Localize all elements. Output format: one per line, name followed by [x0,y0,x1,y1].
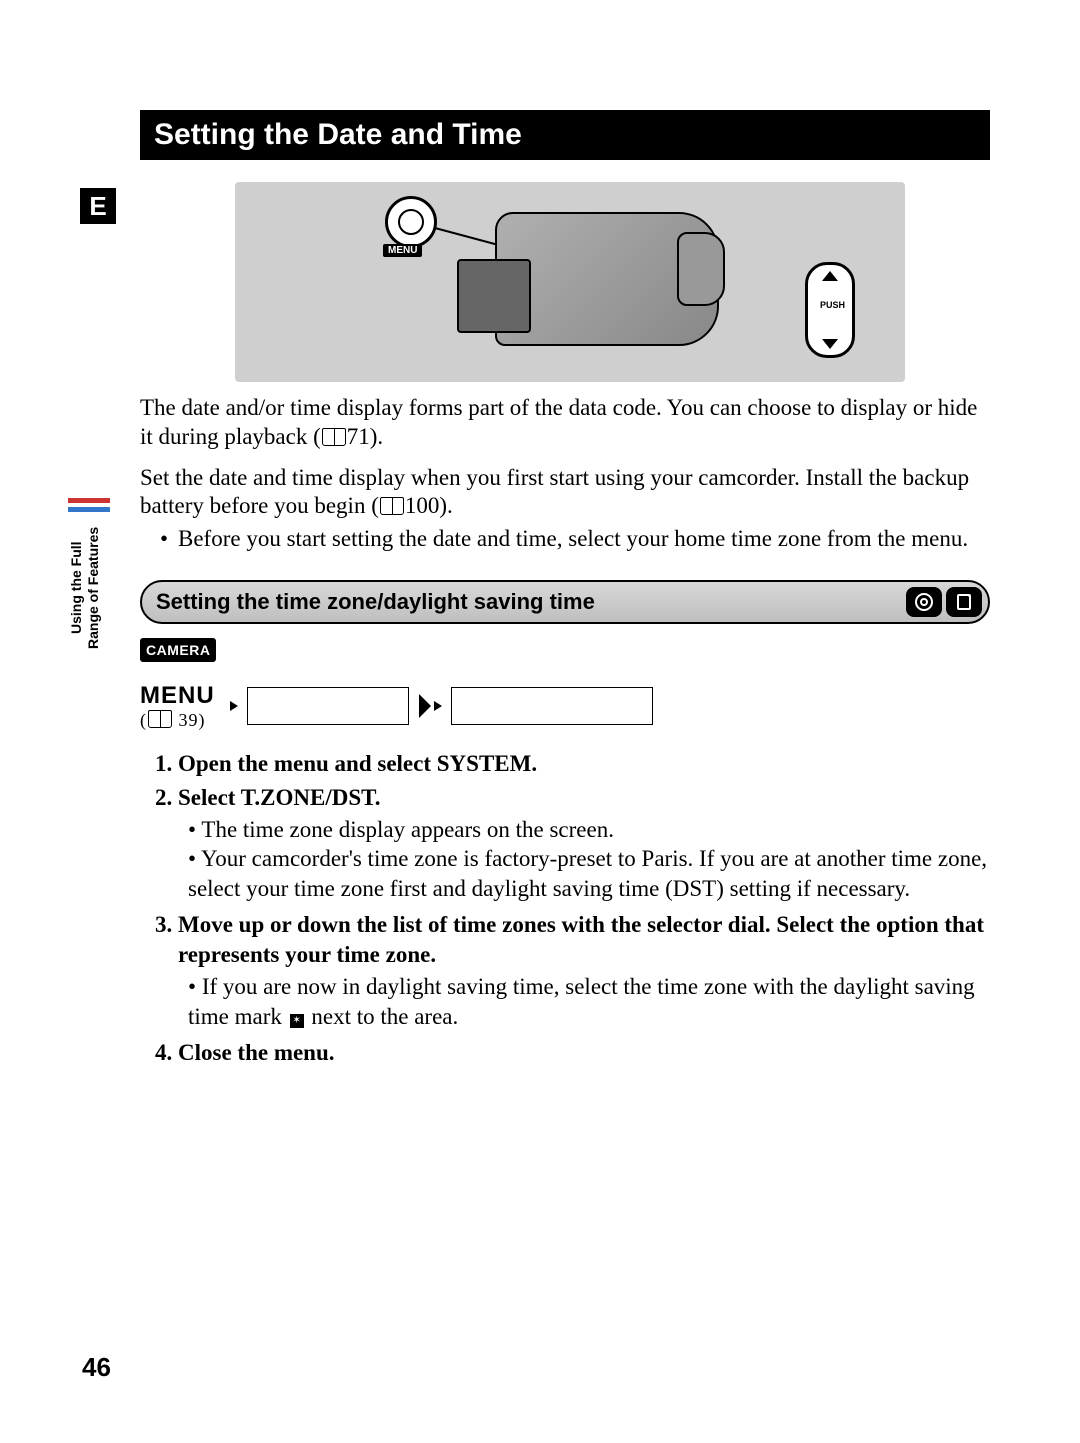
language-badge: E [80,188,116,224]
intro-paragraph-2: Set the date and time display when you f… [140,464,990,522]
step-2-b2-text: Your camcorder's time zone is factory-pr… [188,846,987,901]
menu-step-box-2 [451,687,653,725]
book-icon [148,710,172,728]
step-3-b1b-text: next to the area. [306,1004,459,1029]
intro-p1b: ). [370,424,383,449]
side-tab-text: Using the Full Range of Features [68,518,102,658]
side-tab-line2: Range of Features [85,527,101,649]
step-2-bullet-2: Your camcorder's time zone is factory-pr… [188,844,990,904]
push-label: PUSH [820,300,845,310]
intro-paragraph-1: The date and/or time display forms part … [140,394,990,452]
side-tab-line1: Using the Full [68,542,84,635]
menu-path-row: MENU ( 39) [140,682,990,731]
intro-p2a: Set the date and time display when you f… [140,465,969,519]
book-icon [322,428,346,446]
camcorder-body-icon [495,212,719,346]
menu-ref-number: 39 [179,710,199,730]
arrow-right-icon [230,701,238,711]
page-title: Setting the Date and Time [140,110,990,160]
step-3: Move up or down the list of time zones w… [178,910,990,1032]
camcorder-lens-icon [677,232,725,306]
step-4: Close the menu. [178,1038,990,1068]
step-4-text: Close the menu. [178,1040,335,1065]
steps-list: Open the menu and select SYSTEM. Select … [140,749,990,1068]
disc-mode-icon [906,587,942,617]
camera-mode-badge: CAMERA [140,638,216,662]
step-1-text: Open the menu and select SYSTEM. [178,751,537,776]
intro-p1-ref: 71 [347,424,370,449]
arrow-down-icon [822,339,838,349]
intro-p2b: ). [439,493,452,518]
camcorder-lcd-icon [457,259,531,333]
double-arrow-right-icon [419,694,431,718]
camcorder-illustration: MENU PUSH [235,182,905,382]
intro-bullet-text: Before you start setting the date and ti… [178,526,968,551]
step-3-bullet-1: If you are now in daylight saving time, … [188,972,990,1032]
menu-knob-icon [385,196,437,248]
book-icon [380,497,404,515]
dst-mark-icon: ✶ [290,1014,304,1028]
section-heading: Setting the time zone/daylight saving ti… [140,580,990,624]
section-heading-text: Setting the time zone/daylight saving ti… [156,589,595,615]
page-number: 46 [82,1352,111,1383]
menu-step-box-1 [247,687,409,725]
menu-label: MENU [140,682,215,710]
menu-knob-label: MENU [383,244,422,257]
card-mode-icon [946,587,982,617]
step-2-text: Select T.ZONE/DST. [178,785,381,810]
intro-p1a: The date and/or time display forms part … [140,395,977,449]
step-3-text: Move up or down the list of time zones w… [178,912,984,967]
step-1: Open the menu and select SYSTEM. [178,749,990,779]
side-stripe-icon [68,507,110,512]
selector-dial-icon [805,262,855,358]
side-tab: Using the Full Range of Features [68,498,110,668]
arrow-right-icon [434,701,442,711]
side-stripe-icon [68,498,110,503]
step-2: Select T.ZONE/DST. The time zone display… [178,783,990,905]
step-2-b1-text: The time zone display appears on the scr… [201,817,614,842]
arrow-up-icon [822,271,838,281]
step-2-bullet-1: The time zone display appears on the scr… [188,815,990,845]
intro-bullet: •Before you start setting the date and t… [140,525,990,554]
intro-p2-ref: 100 [405,493,440,518]
menu-page-ref: ( 39) [140,708,229,731]
